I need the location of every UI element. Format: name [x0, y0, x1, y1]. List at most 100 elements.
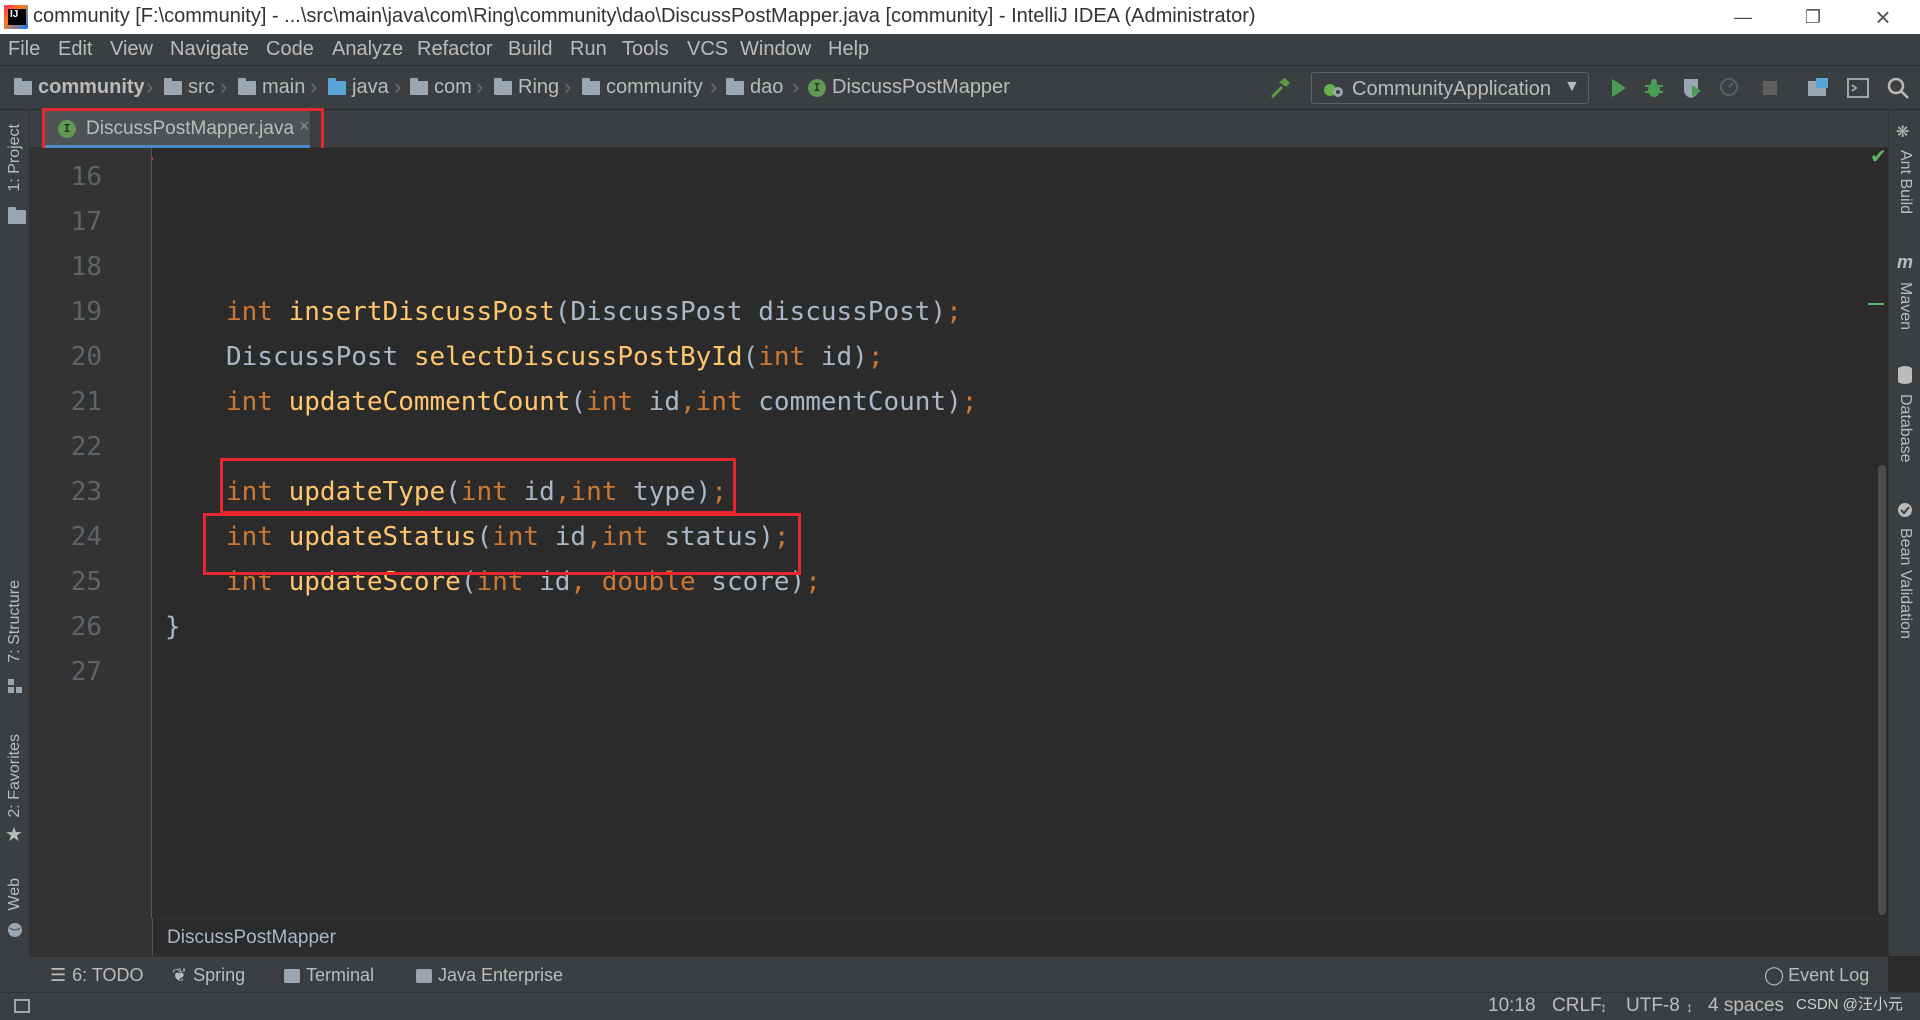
breadcrumb-main[interactable]: main: [238, 76, 305, 99]
method-name: updateCommentCount: [288, 387, 571, 417]
menu-tools[interactable]: Tools: [622, 38, 669, 61]
menu-view[interactable]: View: [110, 38, 153, 61]
menu-code[interactable]: Code: [266, 38, 314, 61]
build-hammer-icon[interactable]: [1268, 76, 1292, 100]
line-number: 25: [70, 567, 102, 597]
folder-icon: [238, 77, 256, 95]
spring-boot-icon: [1324, 84, 1343, 97]
editor-breadcrumb-bar: DiscussPostMapper: [153, 918, 1888, 956]
navigation-bar: community › src › main › java › com › Ri…: [0, 66, 1920, 110]
menu-run[interactable]: Run: [570, 38, 607, 61]
minimize-button[interactable]: —: [1713, 0, 1773, 34]
chevron-right-icon: ›: [792, 74, 800, 99]
project-tool-button[interactable]: 1: Project: [6, 124, 24, 192]
menu-navigate[interactable]: Navigate: [170, 38, 249, 61]
params: (DiscussPost discussPost): [554, 297, 947, 327]
breadcrumb-discusspostmapper[interactable]: I DiscussPostMapper: [808, 76, 1010, 99]
breadcrumb-community-pkg[interactable]: community: [582, 76, 703, 99]
breadcrumb-dao[interactable]: dao: [726, 76, 783, 99]
structure-tool-button[interactable]: 7: Structure: [6, 580, 24, 663]
menu-edit[interactable]: Edit: [58, 38, 92, 61]
bean-validation-icon: [1898, 503, 1912, 517]
param: id: [633, 387, 680, 417]
return-type: DiscussPost: [226, 342, 414, 372]
keyword: int: [695, 387, 743, 417]
project-structure-icon[interactable]: [1806, 76, 1830, 100]
terminal-window-icon[interactable]: [1846, 76, 1870, 100]
debug-icon[interactable]: [1642, 76, 1666, 100]
line-number: 17: [70, 207, 102, 237]
spring-leaf-icon: ❦: [172, 965, 188, 985]
run-configuration-select[interactable]: CommunityApplication ▼: [1311, 72, 1589, 104]
caret-position[interactable]: 10:18: [1488, 995, 1536, 1017]
profiler-icon[interactable]: [1718, 76, 1742, 100]
line-number: 21: [70, 387, 102, 417]
chevron-right-icon: ›: [146, 74, 154, 99]
inspection-ok-check-icon: ✔: [1870, 146, 1887, 168]
breadcrumb-label: community: [606, 76, 703, 98]
keyword: int: [226, 297, 273, 327]
run-with-coverage-icon[interactable]: [1680, 76, 1704, 100]
menu-vcs[interactable]: VCS: [687, 38, 728, 61]
database-tool-button[interactable]: Database: [1896, 394, 1914, 463]
maven-icon: m: [1897, 252, 1914, 272]
chevron-right-icon: ›: [220, 74, 228, 99]
toggle-tool-windows-icon[interactable]: [14, 999, 30, 1013]
left-corner: [0, 956, 30, 992]
favorites-tool-button[interactable]: 2: Favorites: [6, 734, 24, 818]
breadcrumb-community[interactable]: community: [14, 76, 145, 99]
comma: ,: [679, 387, 696, 417]
indent-setting[interactable]: 4 spaces: [1708, 995, 1784, 1017]
breadcrumb-label: DiscussPostMapper: [832, 76, 1010, 98]
close-window-button[interactable]: ×: [1853, 0, 1913, 34]
breadcrumb-src[interactable]: src: [164, 76, 215, 99]
structure-icon: [8, 679, 22, 693]
breadcrumb-com[interactable]: com: [410, 76, 472, 99]
event-log-tool-button[interactable]: ◯ Event Log: [1764, 965, 1869, 986]
scrollbar-thumb[interactable]: [1878, 465, 1886, 915]
window-title: community [F:\community] - ...\src\main\…: [33, 5, 1256, 27]
menu-build[interactable]: Build: [508, 38, 552, 61]
search-icon[interactable]: [1886, 76, 1910, 100]
chevron-right-icon: ›: [564, 74, 572, 99]
todo-tool-button[interactable]: ☰ 6: TODO: [50, 965, 144, 986]
menu-analyze[interactable]: Analyze: [332, 38, 403, 61]
ant-build-tool-button[interactable]: Ant Build: [1896, 150, 1914, 214]
structure-breadcrumb[interactable]: DiscussPostMapper: [167, 927, 336, 949]
file-encoding[interactable]: UTF-8: [1626, 995, 1680, 1017]
package-icon: [582, 77, 600, 95]
tool-window-bar: ☰ 6: TODO ❦ Spring Terminal Java Enterpris…: [30, 956, 1888, 992]
web-tool-button[interactable]: Web: [6, 878, 24, 911]
line-separator[interactable]: CRLF: [1552, 995, 1602, 1017]
param: commentCount): [742, 387, 962, 417]
chevron-right-icon: ›: [310, 74, 318, 99]
restore-button[interactable]: ❐: [1783, 0, 1843, 34]
semicolon: ;: [805, 567, 821, 597]
maven-tool-button[interactable]: Maven: [1896, 282, 1914, 330]
semicolon: ;: [946, 297, 962, 327]
terminal-label: Terminal: [306, 965, 375, 985]
menu-file[interactable]: File: [8, 38, 40, 61]
menu-help[interactable]: Help: [828, 38, 869, 61]
code-line-21: int updateCommentCount(int id,int commen…: [226, 387, 977, 417]
line-number: 23: [70, 477, 102, 507]
method-name: selectDiscussPostById: [413, 342, 743, 372]
menu-refactor[interactable]: Refactor: [417, 38, 493, 61]
code-line-26: }: [165, 612, 181, 642]
terminal-tool-button[interactable]: Terminal: [284, 965, 374, 986]
menu-window[interactable]: Window: [740, 38, 811, 61]
spring-tool-button[interactable]: ❦ Spring: [172, 965, 245, 986]
left-tool-strip: 1: Project 7: Structure 2: Favorites ★ W…: [0, 110, 30, 956]
breadcrumb-label: com: [434, 76, 472, 98]
interface-icon: I: [808, 78, 826, 97]
java-enterprise-tool-button[interactable]: Java Enterprise: [416, 965, 563, 986]
change-marker: [1868, 303, 1884, 305]
run-icon[interactable]: [1606, 76, 1630, 100]
breadcrumb-ring[interactable]: Ring: [494, 76, 559, 99]
breadcrumb-java[interactable]: java: [328, 76, 389, 99]
paren: (: [742, 342, 759, 372]
annotation-highlight-update-type: [220, 458, 736, 514]
code-editor[interactable]: int insertDiscussPost(DiscussPost discus…: [153, 148, 1879, 918]
stop-icon[interactable]: [1758, 76, 1782, 100]
bean-validation-tool-button[interactable]: Bean Validation: [1896, 528, 1914, 639]
